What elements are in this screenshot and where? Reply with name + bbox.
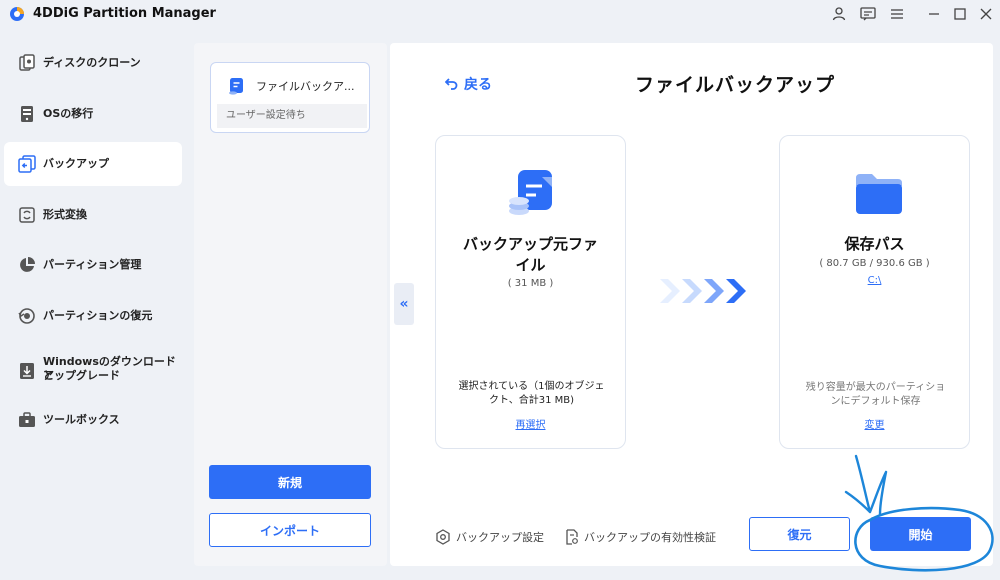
sidebar-item-label: OSの移行 — [43, 107, 94, 120]
destination-desc-line1: 残り容量が最大のパーティショ — [805, 382, 946, 393]
title-bar: 4DDiG Partition Manager — [0, 0, 1000, 28]
back-link[interactable]: 戻る — [445, 74, 492, 94]
sidebar-item-label: パーティション管理 — [43, 258, 142, 271]
main-panel: « 戻る ファイルバックアップ バックアップ元ファ イル ( 31 MB ) 選… — [390, 43, 993, 566]
close-icon[interactable] — [976, 4, 996, 24]
feedback-icon[interactable] — [858, 4, 878, 24]
file-backup-icon — [229, 78, 243, 95]
destination-title: 保存パス — [844, 235, 905, 253]
convert-icon — [19, 207, 35, 223]
sidebar-item-windows-download[interactable]: Windowsのダウンロードと アップグレード — [4, 347, 182, 395]
source-size: ( 31 MB ) — [507, 278, 554, 289]
double-chevron-left-icon: « — [399, 296, 409, 312]
destination-desc-line2: ンにデフォルト保存 — [830, 396, 921, 407]
task-title: ファイルバックア... — [256, 80, 355, 93]
pie-chart-icon — [20, 257, 35, 272]
backup-icon — [18, 155, 36, 173]
source-card: バックアップ元ファ イル ( 31 MB ) 選択されている（1個のオブジェ ク… — [435, 135, 626, 449]
menu-icon[interactable] — [887, 4, 907, 24]
start-button[interactable]: 開始 — [870, 517, 971, 551]
destination-path-link[interactable]: C:\ — [780, 275, 969, 286]
verify-backup-label: バックアップの有効性検証 — [584, 531, 716, 544]
backup-settings-label: バックアップ設定 — [456, 531, 544, 544]
change-link[interactable]: 変更 — [780, 416, 969, 431]
page-title: ファイルバックアップ — [635, 74, 836, 96]
sidebar-item-label: ツールボックス — [43, 413, 120, 426]
sidebar-item-convert[interactable]: 形式変換 — [4, 193, 182, 237]
sidebar-item-label: バックアップ — [43, 157, 109, 170]
transfer-arrows-icon — [660, 279, 746, 303]
import-button[interactable]: インポート — [209, 513, 371, 547]
collapse-panel-button[interactable]: « — [394, 283, 414, 325]
sidebar-item-disk-clone[interactable]: ディスクのクローン — [4, 41, 182, 85]
task-status: ユーザー設定待ち — [217, 104, 367, 128]
settings-hexagon-icon — [436, 529, 450, 545]
sidebar-item-partition-restore[interactable]: パーティションの復元 — [4, 294, 182, 338]
source-desc-line1: 選択されている（1個のオブジェ — [458, 381, 605, 392]
task-card[interactable]: ファイルバックア... ユーザー設定待ち — [210, 62, 370, 133]
restore-button[interactable]: 復元 — [749, 517, 850, 551]
backup-settings-option[interactable]: バックアップ設定 — [435, 529, 544, 545]
sidebar-item-label-line2: アップグレード — [43, 369, 120, 382]
account-icon[interactable] — [829, 4, 849, 24]
destination-card: 保存パス ( 80.7 GB / 930.6 GB ) C:\ 残り容量が最大の… — [779, 135, 970, 449]
back-label: 戻る — [464, 77, 492, 93]
source-title-line1: バックアップ元ファ — [462, 235, 598, 253]
back-arrow-icon — [445, 78, 458, 90]
verify-backup-option[interactable]: バックアップの有効性検証 — [565, 529, 716, 545]
folder-icon — [856, 174, 902, 214]
app-logo-icon — [10, 7, 24, 21]
sidebar-item-label: パーティションの復元 — [43, 309, 153, 322]
sidebar-item-toolbox[interactable]: ツールボックス — [4, 398, 182, 442]
file-stack-icon — [509, 170, 552, 215]
maximize-icon[interactable] — [950, 4, 970, 24]
destination-size: ( 80.7 GB / 930.6 GB ) — [819, 258, 930, 269]
task-panel: ファイルバックア... ユーザー設定待ち 新規 インポート — [194, 43, 387, 566]
verify-document-icon — [566, 529, 578, 545]
disk-clone-icon — [19, 54, 35, 71]
sidebar-item-backup[interactable]: バックアップ — [4, 142, 182, 186]
sidebar-item-label: 形式変換 — [43, 208, 87, 221]
sidebar-item-os-migrate[interactable]: OSの移行 — [4, 92, 182, 136]
os-migrate-icon — [21, 106, 33, 122]
app-title: 4DDiG Partition Manager — [33, 6, 216, 21]
windows-download-icon — [20, 363, 34, 379]
source-desc-line2: クト、合計31 MB) — [488, 395, 575, 406]
toolbox-icon — [19, 412, 35, 427]
partition-restore-icon — [18, 308, 35, 324]
sidebar-item-label: ディスクのクローン — [43, 56, 141, 69]
reselect-link[interactable]: 再選択 — [436, 416, 625, 431]
new-button[interactable]: 新規 — [209, 465, 371, 499]
minimize-icon[interactable] — [924, 4, 944, 24]
sidebar-item-partition-manage[interactable]: パーティション管理 — [4, 243, 182, 287]
source-title-line2: イル — [515, 256, 546, 274]
